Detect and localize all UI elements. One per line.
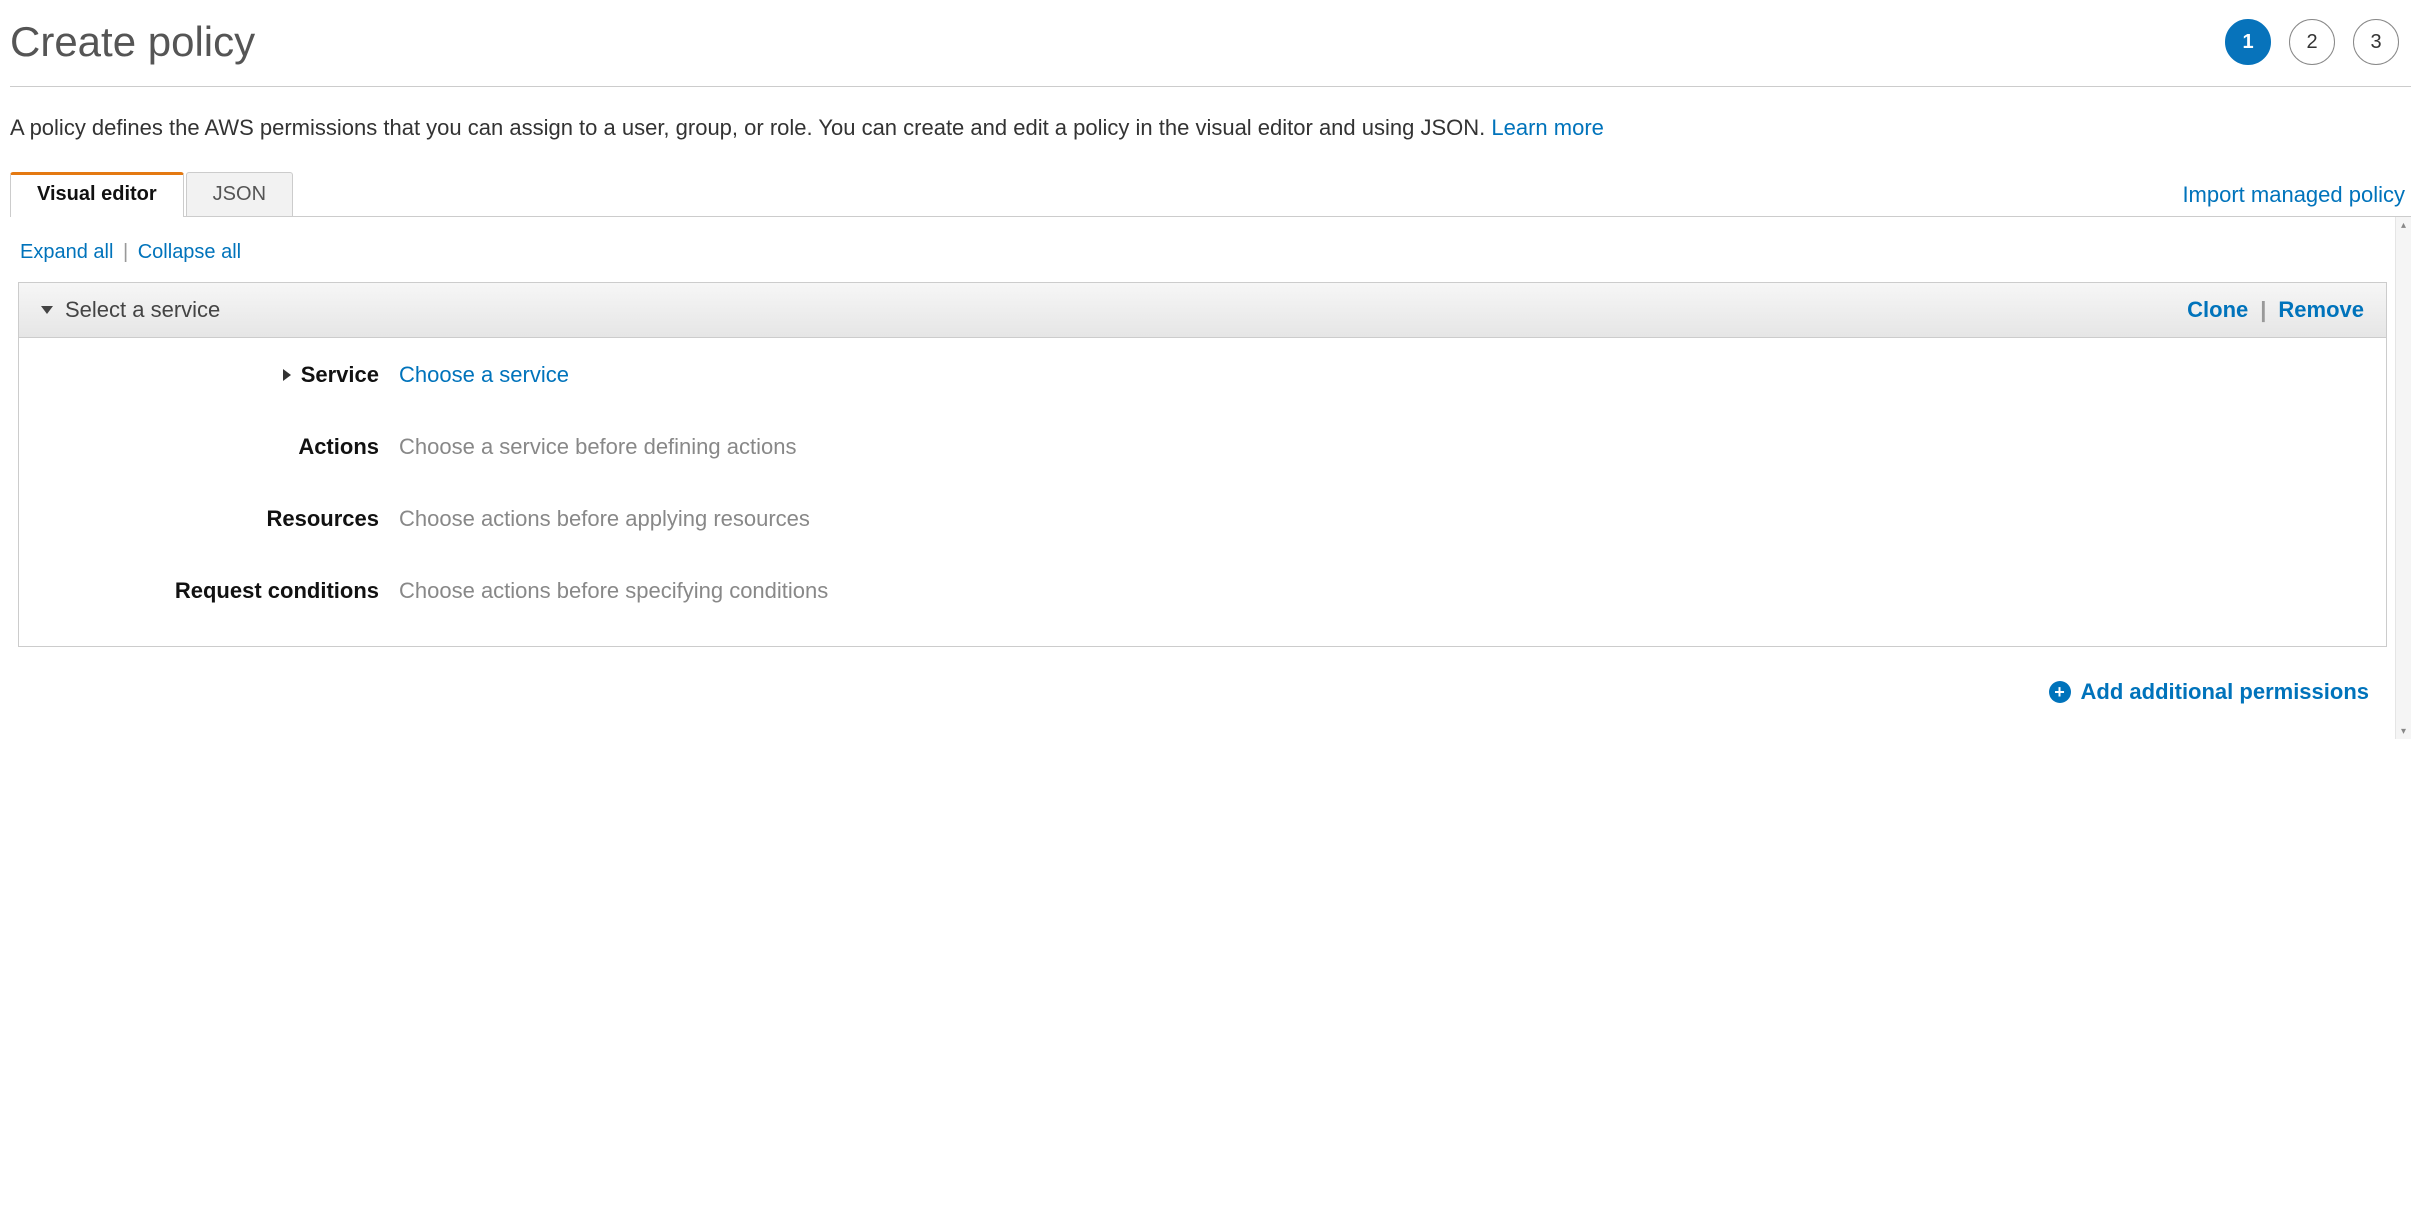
panel-header-left: Select a service <box>41 297 220 323</box>
separator: | <box>2260 297 2266 323</box>
row-service: Service Choose a service <box>39 362 2366 388</box>
tab-json-label: JSON <box>213 183 266 205</box>
header-divider <box>10 86 2411 87</box>
step-1[interactable]: 1 <box>2225 19 2271 65</box>
clone-link[interactable]: Clone <box>2187 297 2248 323</box>
panel-body: Service Choose a service Actions Choose … <box>19 338 2386 646</box>
row-actions: Actions Choose a service before defining… <box>39 434 2366 460</box>
row-conditions: Request conditions Choose actions before… <box>39 578 2366 604</box>
editor-main: Expand all | Collapse all Select a servi… <box>10 217 2395 739</box>
add-permissions-label: Add additional permissions <box>2081 679 2369 705</box>
page-title: Create policy <box>10 18 255 66</box>
wizard-steps: 1 2 3 <box>2225 19 2411 65</box>
panel-header-right: Clone | Remove <box>2187 297 2364 323</box>
conditions-value: Choose actions before specifying conditi… <box>399 578 828 604</box>
actions-label: Actions <box>39 434 399 460</box>
panel-title: Select a service <box>65 297 220 323</box>
tab-json[interactable]: JSON <box>186 172 293 216</box>
resources-value: Choose actions before applying resources <box>399 506 810 532</box>
expand-all-link[interactable]: Expand all <box>20 241 113 263</box>
collapse-all-link[interactable]: Collapse all <box>138 241 241 263</box>
page-header: Create policy 1 2 3 <box>10 10 2411 86</box>
panel-header[interactable]: Select a service Clone | Remove <box>19 283 2386 338</box>
scroll-down-icon[interactable]: ▾ <box>2396 723 2411 739</box>
description-text: A policy defines the AWS permissions tha… <box>10 115 1491 140</box>
actions-value: Choose a service before defining actions <box>399 434 796 460</box>
scrollbar[interactable]: ▴ ▾ <box>2395 217 2411 739</box>
row-resources: Resources Choose actions before applying… <box>39 506 2366 532</box>
learn-more-link[interactable]: Learn more <box>1491 115 1604 140</box>
tabs-row: Visual editor JSON Import managed policy <box>10 172 2411 217</box>
resources-label: Resources <box>39 506 399 532</box>
conditions-label: Request conditions <box>39 578 399 604</box>
step-2[interactable]: 2 <box>2289 19 2335 65</box>
remove-link[interactable]: Remove <box>2278 297 2364 323</box>
step-3[interactable]: 3 <box>2353 19 2399 65</box>
import-managed-policy-link[interactable]: Import managed policy <box>2182 182 2411 216</box>
add-permissions-row: + Add additional permissions <box>18 647 2387 715</box>
expand-collapse-controls: Expand all | Collapse all <box>18 231 2387 282</box>
tabs: Visual editor JSON <box>10 172 295 216</box>
tab-visual-editor[interactable]: Visual editor <box>10 172 184 217</box>
separator: | <box>123 241 128 263</box>
choose-service-link[interactable]: Choose a service <box>399 362 569 388</box>
scroll-up-icon[interactable]: ▴ <box>2396 217 2411 233</box>
policy-description: A policy defines the AWS permissions tha… <box>10 111 2411 144</box>
service-label-wrap: Service <box>39 362 399 388</box>
expand-icon[interactable] <box>283 369 291 381</box>
plus-circle-icon: + <box>2049 681 2071 703</box>
collapse-icon <box>41 306 53 314</box>
permission-panel: Select a service Clone | Remove Service … <box>18 282 2387 647</box>
add-additional-permissions-link[interactable]: + Add additional permissions <box>2049 679 2369 705</box>
service-label: Service <box>301 362 379 388</box>
editor-area: Expand all | Collapse all Select a servi… <box>10 217 2411 739</box>
